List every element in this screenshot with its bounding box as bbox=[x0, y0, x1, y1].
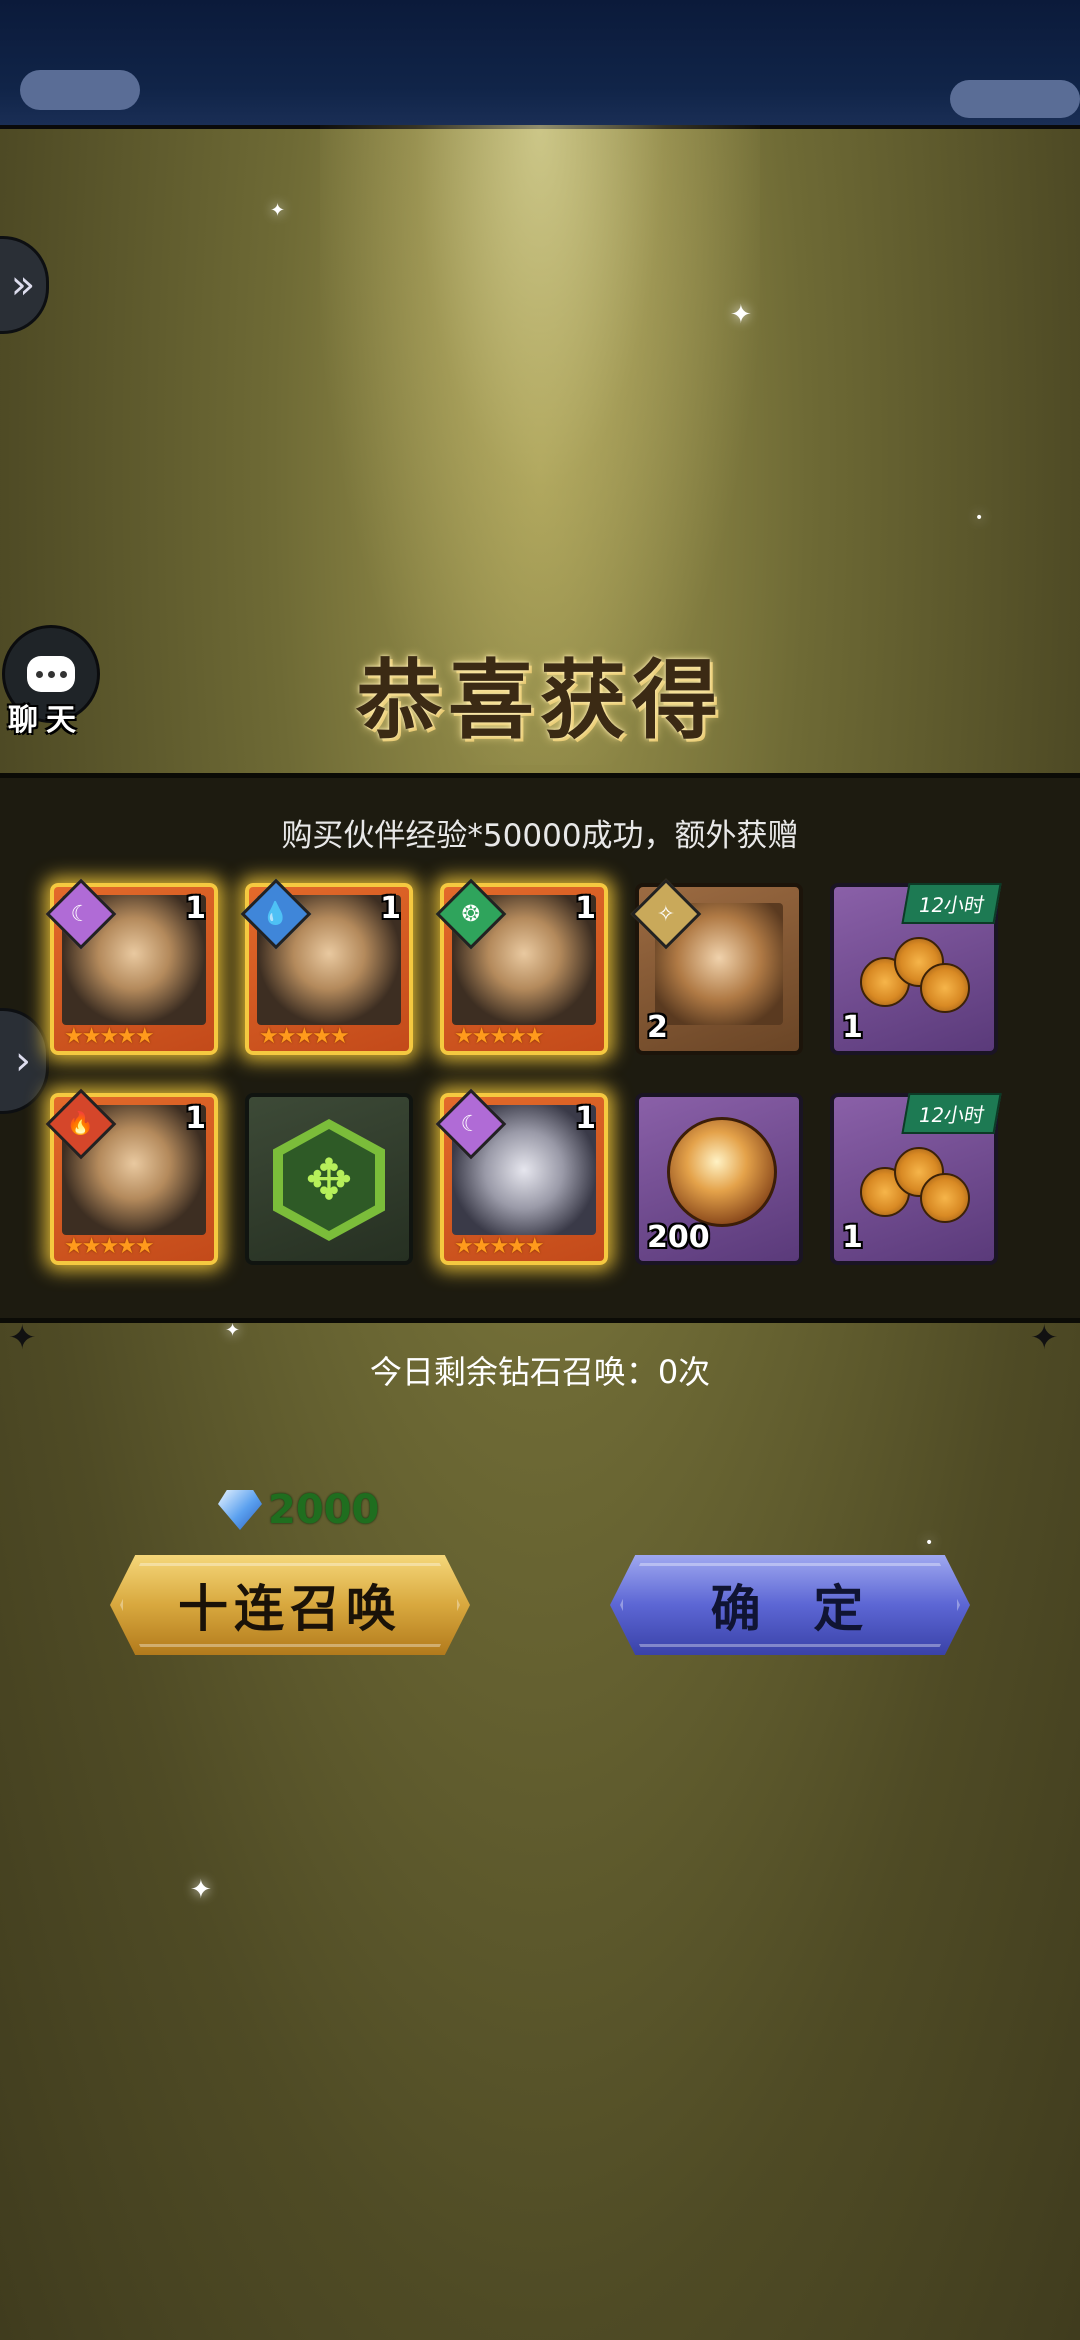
remaining-summons-text: 今日剩余钻石召唤：0次 bbox=[369, 1353, 711, 1391]
purchase-message: 购买伙伴经验*50000成功，额外获赠 bbox=[281, 818, 799, 854]
confirm-label: 确 定 bbox=[710, 1579, 870, 1638]
star-rating: ★★★★★ bbox=[259, 1024, 350, 1049]
confirm-button[interactable]: 确 定 bbox=[610, 1555, 970, 1655]
sparkle-icon: ✦ bbox=[730, 300, 752, 330]
double-chevron-right-icon: » bbox=[10, 262, 36, 308]
cloud-decoration bbox=[20, 70, 140, 110]
reward-hero-fragment[interactable]: ✧ 2 bbox=[630, 878, 803, 1055]
item-count: 1 bbox=[842, 1220, 863, 1255]
duration-ribbon: 12小时 bbox=[900, 1093, 1002, 1134]
item-count: 1 bbox=[842, 1010, 863, 1045]
chevron-right-icon: › bbox=[15, 1038, 31, 1084]
cloud-decoration bbox=[950, 80, 1080, 118]
reward-rose-chest-1[interactable]: 12小时 1 bbox=[830, 883, 1002, 1055]
duration-ribbon: 12小时 bbox=[900, 883, 1002, 924]
star-rating: ★★★★★ bbox=[454, 1024, 545, 1049]
sparkle-icon: ✦ bbox=[225, 1320, 241, 1341]
cost-amount: 2000 bbox=[268, 1487, 380, 1533]
sparkle-icon: • bbox=[975, 510, 984, 526]
expand-menu-button[interactable]: » bbox=[0, 236, 49, 334]
sparkle-icon: ✦ bbox=[270, 200, 286, 221]
reward-hero-1[interactable]: ☾ 1 ★★★★★ bbox=[45, 878, 218, 1055]
golden-orb-icon bbox=[667, 1117, 777, 1227]
item-count: 2 bbox=[647, 1010, 668, 1045]
top-bar bbox=[0, 0, 1080, 129]
reward-hero-3[interactable]: ❂ 1 ★★★★★ bbox=[435, 878, 608, 1055]
reward-hero-4[interactable]: 🔥 1 ★★★★★ bbox=[45, 1088, 218, 1265]
star-rating: ★★★★★ bbox=[64, 1234, 155, 1259]
reward-emblem[interactable]: ✥ bbox=[245, 1093, 413, 1265]
item-count: 1 bbox=[575, 1101, 596, 1136]
rose-bundle-icon bbox=[860, 927, 970, 1017]
reward-hero-5[interactable]: ☾ 1 ★★★★★ bbox=[435, 1088, 608, 1265]
star-rating: ★★★★★ bbox=[454, 1234, 545, 1259]
reward-hero-2[interactable]: 💧 1 ★★★★★ bbox=[240, 878, 413, 1055]
item-count: 1 bbox=[185, 1101, 206, 1136]
diamond-icon bbox=[218, 1490, 262, 1530]
reward-rose-chest-2[interactable]: 12小时 1 bbox=[830, 1093, 1002, 1265]
ten-summon-label: 十连召唤 bbox=[178, 1579, 402, 1638]
item-count: 200 bbox=[647, 1220, 710, 1255]
item-count: 1 bbox=[380, 891, 401, 926]
sparkle-icon: • bbox=[925, 1535, 934, 1551]
star-rating: ★★★★★ bbox=[64, 1024, 155, 1049]
green-hex-emblem-icon: ✥ bbox=[273, 1119, 385, 1241]
rose-bundle-icon bbox=[860, 1137, 970, 1227]
item-count: 1 bbox=[575, 891, 596, 926]
item-count: 1 bbox=[185, 891, 206, 926]
page-title: 恭喜获得 bbox=[356, 650, 724, 751]
ten-summon-button[interactable]: 十连召唤 bbox=[110, 1555, 470, 1655]
sparkle-icon: ✦ bbox=[190, 1875, 212, 1905]
reward-orb[interactable]: 200 bbox=[635, 1093, 803, 1265]
summon-cost: 2000 bbox=[218, 1487, 379, 1533]
